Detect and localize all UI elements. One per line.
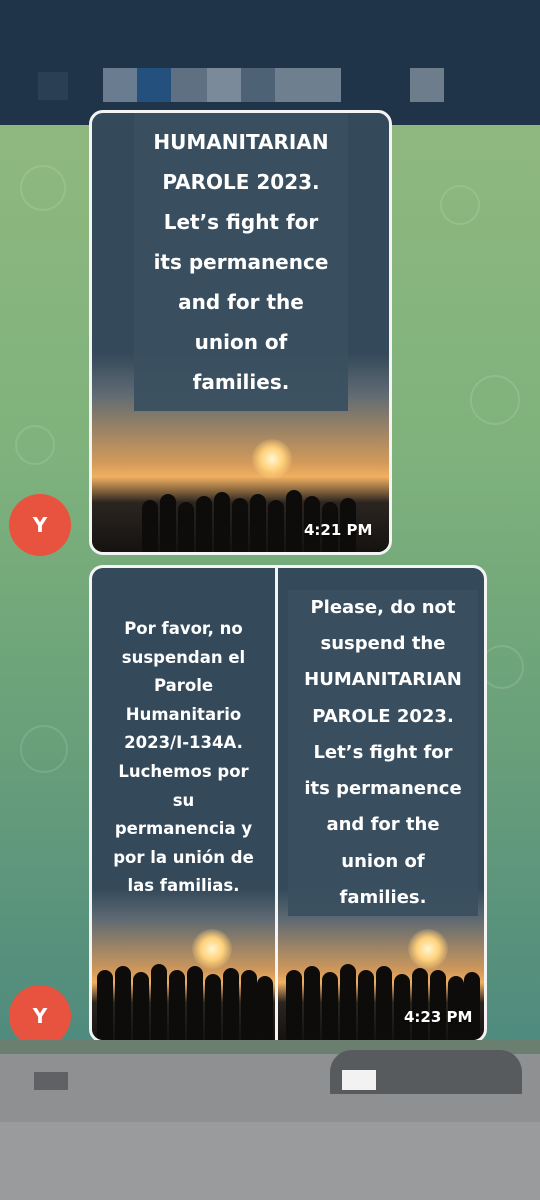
input-bar bbox=[0, 1040, 540, 1200]
chat-header bbox=[0, 0, 540, 125]
redacted-menu-button[interactable] bbox=[410, 68, 444, 102]
avatar-initial: Y bbox=[32, 513, 48, 537]
redacted-keyboard-area bbox=[0, 1122, 540, 1200]
redacted-title-part bbox=[103, 68, 137, 102]
redacted-attach-icon[interactable] bbox=[34, 1072, 68, 1090]
caption-box: Por favor, no suspendan el Parole Humani… bbox=[100, 608, 267, 908]
caption-text: HUMANITARIAN PAROLE 2023. Let’s fight fo… bbox=[153, 130, 329, 394]
wallpaper-doodle bbox=[20, 165, 66, 211]
sunset-photo bbox=[92, 888, 275, 1040]
wallpaper-doodle bbox=[470, 375, 520, 425]
wallpaper-doodle bbox=[440, 185, 480, 225]
redacted-title-part bbox=[137, 68, 171, 102]
wallpaper-doodle bbox=[20, 725, 68, 773]
redacted-title-part bbox=[275, 68, 341, 102]
avatar-initial: Y bbox=[32, 1004, 48, 1028]
album-image-spanish[interactable]: Por favor, no suspendan el Parole Humani… bbox=[92, 568, 275, 1040]
redacted-title-part bbox=[241, 68, 275, 102]
redacted-title-part bbox=[207, 68, 241, 102]
redacted-send-icon[interactable] bbox=[342, 1070, 376, 1090]
sun bbox=[252, 439, 292, 480]
wallpaper-doodle bbox=[15, 425, 55, 465]
avatar[interactable]: Y bbox=[9, 985, 71, 1047]
image-message[interactable]: HUMANITARIAN PAROLE 2023. Let’s fight fo… bbox=[89, 110, 392, 555]
crowd-silhouette bbox=[92, 957, 275, 1040]
caption-box: HUMANITARIAN PAROLE 2023. Let’s fight fo… bbox=[134, 113, 348, 411]
caption-text: Please, do not suspend the HUMANITARIAN … bbox=[304, 597, 462, 908]
redacted-title-part bbox=[171, 68, 207, 102]
message-time: 4:23 PM bbox=[404, 1008, 473, 1026]
message-time: 4:21 PM bbox=[304, 521, 373, 539]
crowd-silhouette bbox=[278, 957, 484, 1040]
caption-text: Por favor, no suspendan el Parole Humani… bbox=[113, 619, 254, 896]
caption-box: Please, do not suspend the HUMANITARIAN … bbox=[288, 590, 478, 916]
crowd-silhouette bbox=[92, 477, 389, 552]
album-image-english[interactable]: Please, do not suspend the HUMANITARIAN … bbox=[278, 568, 484, 1040]
album-message[interactable]: Por favor, no suspendan el Parole Humani… bbox=[89, 565, 487, 1043]
avatar[interactable]: Y bbox=[9, 494, 71, 556]
back-button[interactable] bbox=[38, 72, 68, 100]
